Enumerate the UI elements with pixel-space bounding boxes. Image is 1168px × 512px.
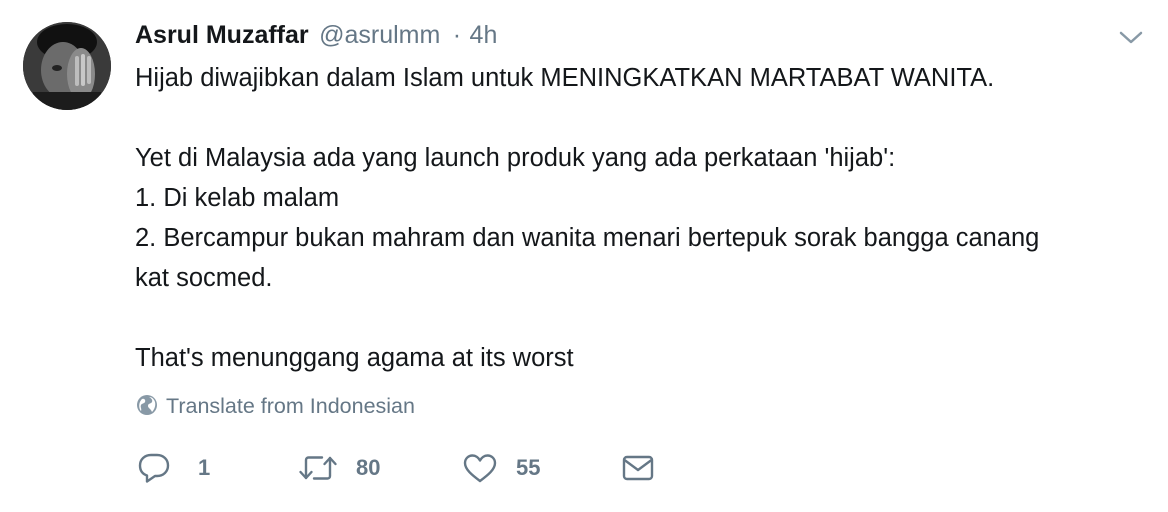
retweet-button[interactable]: 80 — [298, 448, 398, 488]
reply-count: 1 — [198, 455, 211, 480]
tweet-timestamp[interactable]: 4h — [470, 21, 498, 49]
translate-label: Translate from Indonesian — [166, 394, 415, 418]
tweet-text-line — [135, 298, 1145, 338]
tweet-text-line: 2. Bercampur bukan mahram dan wanita men… — [135, 224, 1040, 252]
avatar[interactable] — [23, 22, 111, 110]
separator-dot: · — [452, 21, 462, 49]
reply-button[interactable]: 1 — [136, 448, 226, 488]
tweet-text: Hijab diwajibkan dalam Islam untuk MENIN… — [135, 58, 1145, 378]
reply-icon — [138, 453, 170, 483]
tweet-text-line: kat socmed. — [135, 264, 273, 292]
user-handle[interactable]: @asrulmm — [319, 21, 440, 49]
like-count: 55 — [516, 455, 541, 480]
tweet-text-line: That's menunggang agama at its worst — [135, 344, 574, 372]
chevron-down-icon[interactable] — [1116, 26, 1146, 48]
tweet-text-line: Yet di Malaysia ada yang launch produk y… — [135, 144, 896, 172]
translate-link[interactable]: Translate from Indonesian — [136, 392, 415, 420]
direct-message-button[interactable] — [620, 448, 660, 488]
tweet-text-line: 1. Di kelab malam — [135, 184, 340, 212]
tweet-header: Asrul Muzaffar @asrulmm · 4h — [135, 18, 497, 52]
user-name[interactable]: Asrul Muzaffar — [135, 21, 309, 49]
tweet-actions: 1 80 55 — [0, 448, 1168, 488]
retweet-count: 80 — [356, 455, 381, 480]
heart-icon — [463, 454, 497, 483]
tweet-text-line — [135, 98, 1145, 138]
tweet-text-line: Hijab diwajibkan dalam Islam untuk MENIN… — [135, 64, 995, 92]
avatar-photo — [23, 22, 111, 110]
envelope-icon — [622, 455, 654, 481]
retweet-icon — [299, 456, 337, 480]
globe-icon — [137, 395, 157, 416]
like-button[interactable]: 55 — [462, 448, 562, 488]
tweet: Asrul Muzaffar @asrulmm · 4h Hijab diwaj… — [0, 0, 1168, 512]
